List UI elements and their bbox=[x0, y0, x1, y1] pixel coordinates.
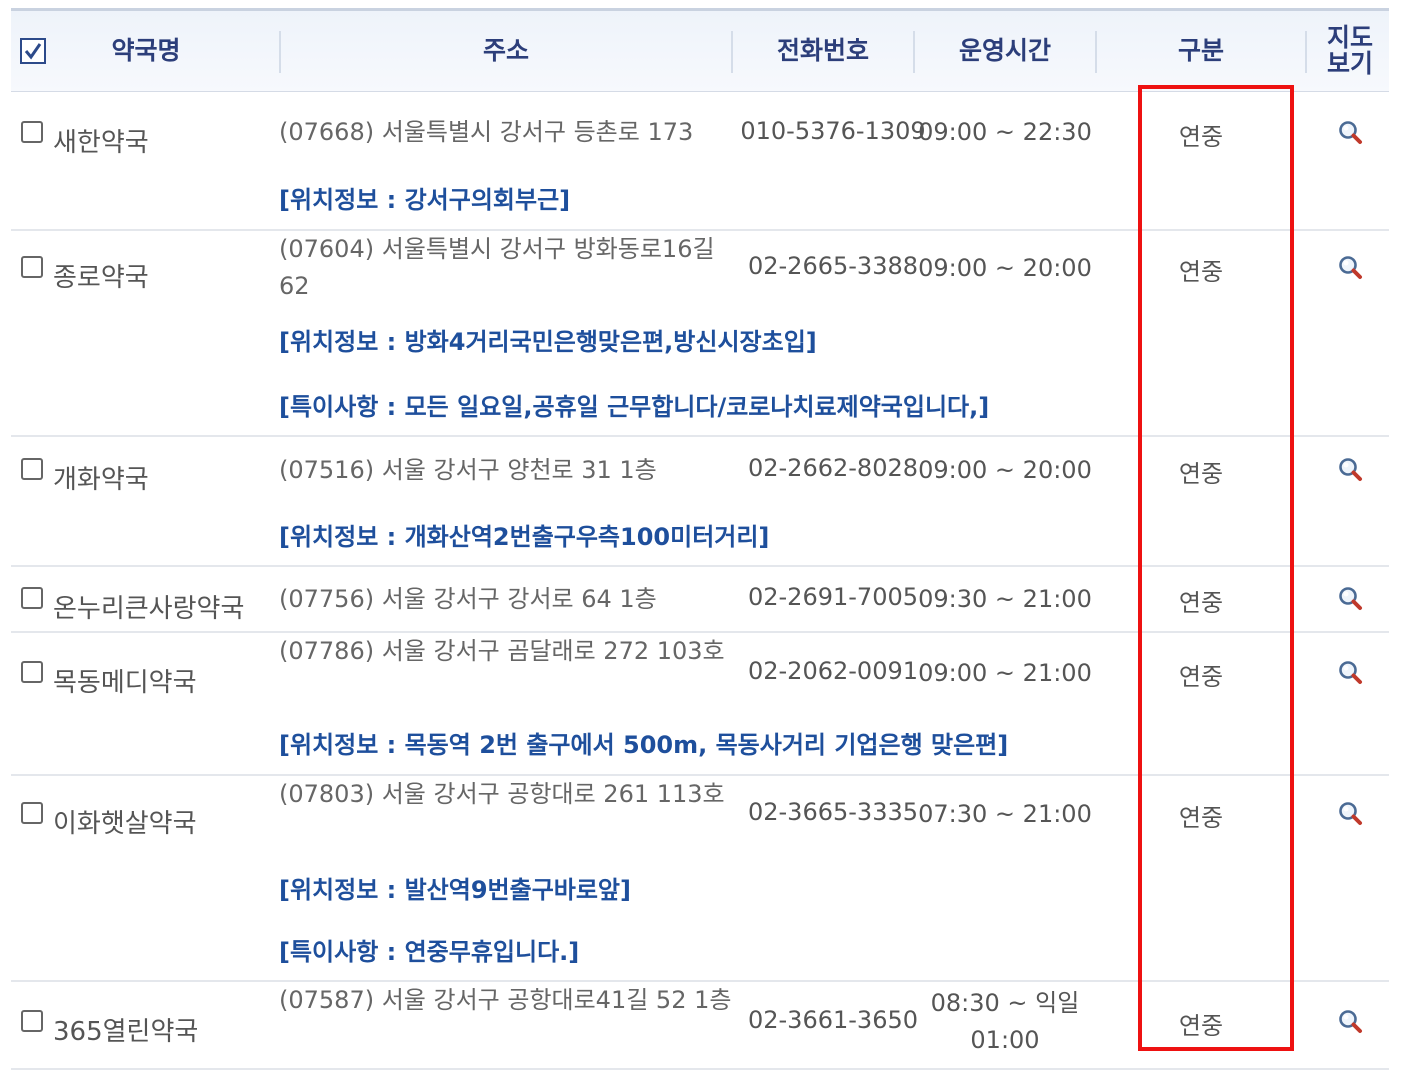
pharmacy-type: 연중 bbox=[1178, 258, 1224, 286]
pharmacy-address: (07516) 서울 강서구 양천로 31 1층 bbox=[279, 456, 657, 484]
pharmacy-name: 종로약국 bbox=[53, 263, 149, 293]
magnifier-icon[interactable] bbox=[1337, 1008, 1363, 1034]
magnifier-icon[interactable] bbox=[1337, 119, 1363, 145]
pharmacy-info: [위치정보 : 개화산역2번출구우측100미터거리] bbox=[279, 523, 770, 551]
pharmacy-name: 목동메디약국 bbox=[53, 668, 197, 698]
pharmacy-phone: 02-2691-7005 bbox=[747, 583, 918, 611]
row-checkbox[interactable] bbox=[21, 458, 43, 480]
pharmacy-type: 연중 bbox=[1178, 589, 1224, 617]
pharmacy-hours: 08:30 ~ 익일 01:00 bbox=[930, 989, 1080, 1054]
header-type[interactable]: 구분 bbox=[1139, 11, 1263, 91]
pharmacy-table: 약국명 주소 전화번호 운영시간 구분 지도 보기 새한약국 (07668) 서울… bbox=[11, 8, 1389, 1070]
table-row: 온누리큰사랑약국 (07756) 서울 강서구 강서로 64 1층 02-2691-… bbox=[11, 567, 1389, 633]
magnifier-icon[interactable] bbox=[1337, 456, 1363, 482]
pharmacy-info: [위치정보 : 목동역 2번 출구에서 500m, 목동사거리 기업은행 맞은편… bbox=[279, 731, 1009, 759]
pharmacy-phone: 02-2662-8028 bbox=[747, 454, 918, 482]
pharmacy-hours: 07:30 ~ 21:00 bbox=[918, 800, 1092, 828]
magnifier-icon[interactable] bbox=[1337, 659, 1363, 685]
table-row: 365열린약국 (07587) 서울 강서구 공항대로41길 52 1층 02-36… bbox=[11, 982, 1389, 1070]
pharmacy-name: 365열린약국 bbox=[53, 1017, 199, 1047]
pharmacy-address: (07756) 서울 강서구 강서로 64 1층 bbox=[279, 585, 657, 613]
table-row: 개화약국 (07516) 서울 강서구 양천로 31 1층 02-2662-8028… bbox=[11, 437, 1389, 567]
row-checkbox[interactable] bbox=[21, 587, 43, 609]
header-map[interactable]: 지도 보기 bbox=[1317, 11, 1383, 91]
table-row: 새한약국 (07668) 서울특별시 강서구 등촌로 173 010-5376-13… bbox=[11, 92, 1389, 231]
pharmacy-address: (07786) 서울 강서구 곰달래로 272 103호 bbox=[279, 637, 725, 665]
pharmacy-hours: 09:00 ~ 20:00 bbox=[918, 456, 1092, 484]
header-hours[interactable]: 운영시간 bbox=[915, 11, 1095, 91]
pharmacy-address: (07587) 서울 강서구 공항대로41길 52 1층 bbox=[279, 986, 732, 1014]
pharmacy-name: 개화약국 bbox=[53, 465, 149, 495]
row-checkbox[interactable] bbox=[21, 802, 43, 824]
magnifier-icon[interactable] bbox=[1337, 254, 1363, 280]
header-phone[interactable]: 전화번호 bbox=[733, 11, 913, 91]
pharmacy-type: 연중 bbox=[1178, 663, 1224, 691]
pharmacy-info: [위치정보 : 방화4거리국민은행맞은편,방신시장초입] bbox=[279, 328, 817, 356]
pharmacy-phone: 02-3665-3335 bbox=[747, 798, 918, 826]
pharmacy-phone: 02-2665-3388 bbox=[747, 252, 918, 280]
pharmacy-type: 연중 bbox=[1178, 804, 1224, 832]
pharmacy-info: [위치정보 : 강서구의회부근] bbox=[279, 186, 571, 214]
checkmark-icon bbox=[24, 43, 42, 60]
header-divider bbox=[1095, 31, 1097, 73]
magnifier-icon[interactable] bbox=[1337, 585, 1363, 611]
header-name[interactable]: 약국명 bbox=[71, 11, 221, 91]
pharmacy-type: 연중 bbox=[1178, 1012, 1224, 1040]
row-checkbox[interactable] bbox=[21, 121, 43, 143]
table-row: 종로약국 (07604) 서울특별시 강서구 방화동로16길 62 02-2665-… bbox=[11, 231, 1389, 437]
pharmacy-info: [위치정보 : 발산역9번출구바로앞] bbox=[279, 876, 631, 904]
pharmacy-name: 온누리큰사랑약국 bbox=[53, 594, 245, 624]
pharmacy-name: 이화햇살약국 bbox=[53, 809, 197, 839]
pharmacy-info: [특이사항 : 모든 일요일,공휴일 근무합니다/코로나치료제약국입니다,] bbox=[279, 393, 990, 421]
row-checkbox[interactable] bbox=[21, 1010, 43, 1032]
pharmacy-address: (07803) 서울 강서구 공항대로 261 113호 bbox=[279, 780, 725, 808]
pharmacy-hours: 09:00 ~ 22:30 bbox=[918, 118, 1092, 146]
pharmacy-phone: 02-3661-3650 bbox=[747, 1006, 918, 1034]
pharmacy-type: 연중 bbox=[1178, 123, 1224, 151]
select-all-checkbox[interactable] bbox=[20, 38, 46, 64]
header-address[interactable]: 주소 bbox=[281, 11, 731, 91]
pharmacy-hours: 09:30 ~ 21:00 bbox=[918, 585, 1092, 613]
table-header: 약국명 주소 전화번호 운영시간 구분 지도 보기 bbox=[11, 8, 1389, 92]
pharmacy-hours: 09:00 ~ 21:00 bbox=[918, 659, 1092, 687]
magnifier-icon[interactable] bbox=[1337, 800, 1363, 826]
pharmacy-address: (07668) 서울특별시 강서구 등촌로 173 bbox=[279, 118, 694, 146]
pharmacy-hours: 09:00 ~ 20:00 bbox=[918, 254, 1092, 282]
row-checkbox[interactable] bbox=[21, 256, 43, 278]
pharmacy-phone: 010-5376-1309 bbox=[740, 117, 926, 145]
pharmacy-phone: 02-2062-0091 bbox=[747, 657, 918, 685]
pharmacy-name: 새한약국 bbox=[53, 128, 149, 158]
row-checkbox[interactable] bbox=[21, 661, 43, 683]
pharmacy-address: (07604) 서울특별시 강서구 방화동로16길 62 bbox=[279, 235, 715, 300]
header-divider bbox=[1305, 31, 1307, 73]
table-row: 목동메디약국 (07786) 서울 강서구 곰달래로 272 103호 02-206… bbox=[11, 633, 1389, 776]
pharmacy-info: [특이사항 : 연중무휴입니다.] bbox=[279, 938, 580, 966]
table-row: 이화햇살약국 (07803) 서울 강서구 공항대로 261 113호 02-366… bbox=[11, 776, 1389, 982]
pharmacy-type: 연중 bbox=[1178, 460, 1224, 488]
